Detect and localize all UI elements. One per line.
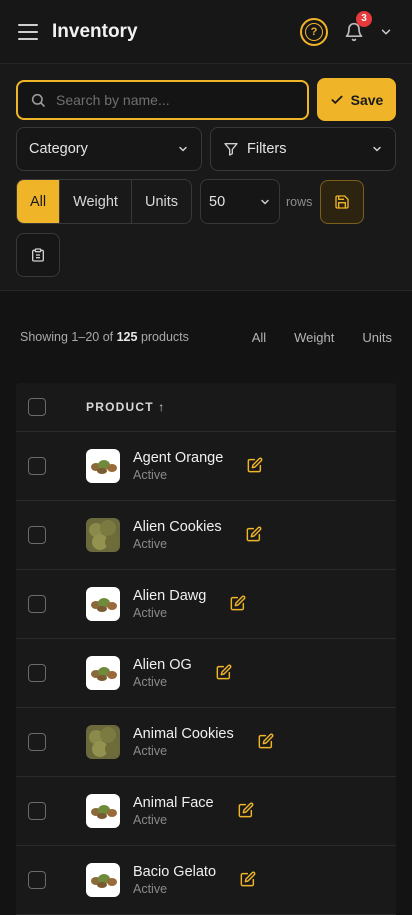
- menu-icon[interactable]: [18, 23, 38, 40]
- results-total: 125: [116, 330, 138, 344]
- results-summary: Showing 1–20 of 125 products All Weight …: [0, 291, 412, 383]
- row-checkbox[interactable]: [28, 457, 46, 475]
- product-info: Agent Orange Active: [133, 450, 223, 482]
- search-input[interactable]: [16, 79, 309, 120]
- edit-icon[interactable]: [258, 733, 276, 751]
- results-prefix: Showing 1–20 of: [20, 330, 117, 344]
- summary-link-all[interactable]: All: [252, 330, 266, 345]
- table-row[interactable]: Agent Orange Active: [16, 432, 396, 501]
- row-checkbox[interactable]: [28, 664, 46, 682]
- product-info: Alien OG Active: [133, 657, 192, 689]
- table-row[interactable]: Animal Face Active: [16, 777, 396, 846]
- product-name[interactable]: Alien Dawg: [133, 588, 206, 604]
- table-row[interactable]: Alien Cookies Active: [16, 501, 396, 570]
- row-checkbox[interactable]: [28, 802, 46, 820]
- chevron-down-icon[interactable]: [378, 24, 394, 40]
- table-body: Agent Orange Active Alien Cookies Active Ali…: [16, 432, 396, 915]
- row-checkbox[interactable]: [28, 595, 46, 613]
- notification-badge: 3: [356, 10, 372, 27]
- row-checkbox[interactable]: [28, 871, 46, 889]
- product-info: Alien Dawg Active: [133, 588, 206, 620]
- check-icon: [331, 95, 343, 104]
- table-row[interactable]: Alien Dawg Active: [16, 570, 396, 639]
- save-label: Save: [350, 91, 384, 108]
- rows-value: 50: [209, 193, 226, 210]
- summary-link-weight[interactable]: Weight: [294, 330, 334, 345]
- table-row[interactable]: Alien OG Active: [16, 639, 396, 708]
- save-button[interactable]: Save: [317, 78, 396, 121]
- product-name[interactable]: Agent Orange: [133, 450, 223, 466]
- product-status: Active: [133, 813, 168, 827]
- segment-units[interactable]: Units: [132, 180, 191, 223]
- product-info: Bacio Gelato Active: [133, 864, 216, 896]
- product-status: Active: [133, 537, 168, 551]
- edit-icon[interactable]: [230, 595, 248, 613]
- page-title: Inventory: [52, 20, 138, 42]
- copy-button[interactable]: [16, 233, 60, 277]
- segment-all[interactable]: All: [17, 180, 60, 223]
- product-name[interactable]: Animal Cookies: [133, 726, 234, 742]
- results-count-text: Showing 1–20 of 125 products: [20, 330, 224, 344]
- chevron-down-icon: [373, 146, 381, 152]
- clipboard-icon: [31, 248, 44, 262]
- product-name[interactable]: Alien OG: [133, 657, 192, 673]
- rows-label: rows: [286, 194, 313, 209]
- top-bar: Inventory ? 3: [0, 0, 412, 64]
- table-row[interactable]: Animal Cookies Active: [16, 708, 396, 777]
- segment-weight[interactable]: Weight: [60, 180, 132, 223]
- product-info: Animal Face Active: [133, 795, 214, 827]
- results-suffix: products: [137, 330, 189, 344]
- summary-link-units[interactable]: Units: [362, 330, 392, 345]
- edit-icon[interactable]: [216, 664, 234, 682]
- product-status: Active: [133, 675, 168, 689]
- edit-icon[interactable]: [240, 871, 258, 889]
- row-checkbox[interactable]: [28, 733, 46, 751]
- category-select[interactable]: Category: [16, 127, 202, 171]
- filters-select[interactable]: Filters: [210, 127, 396, 171]
- product-column-header[interactable]: PRODUCT ↑: [86, 400, 165, 414]
- search-icon: [31, 93, 45, 107]
- edit-icon[interactable]: [247, 457, 265, 475]
- help-icon[interactable]: ?: [300, 17, 328, 46]
- product-thumbnail: [86, 449, 120, 483]
- select-all-checkbox[interactable]: [28, 398, 46, 416]
- search-field[interactable]: [56, 91, 295, 108]
- table-header: PRODUCT ↑: [16, 383, 396, 432]
- product-info: Alien Cookies Active: [133, 519, 222, 551]
- edit-icon[interactable]: [238, 802, 256, 820]
- product-thumbnail: [86, 794, 120, 828]
- notification-bell-icon[interactable]: 3: [342, 10, 372, 44]
- floppy-disk-icon: [335, 194, 350, 209]
- product-thumbnail: [86, 518, 120, 552]
- chevron-down-icon: [179, 146, 187, 152]
- chevron-down-icon: [261, 199, 269, 204]
- product-info: Animal Cookies Active: [133, 726, 234, 758]
- filter-icon: [224, 143, 238, 156]
- product-thumbnail: [86, 656, 120, 690]
- product-name[interactable]: Alien Cookies: [133, 519, 222, 535]
- product-thumbnail: [86, 725, 120, 759]
- product-status: Active: [133, 606, 168, 620]
- product-thumbnail: [86, 863, 120, 897]
- product-name[interactable]: Bacio Gelato: [133, 864, 216, 880]
- save-view-button[interactable]: [320, 179, 365, 224]
- category-label: Category: [29, 141, 88, 157]
- product-thumbnail: [86, 587, 120, 621]
- filters-label: Filters: [247, 141, 287, 157]
- segment-control: All Weight Units: [16, 179, 192, 224]
- products-table: PRODUCT ↑ Agent Orange Active Alien Cookie…: [16, 383, 396, 915]
- product-status: Active: [133, 882, 168, 896]
- row-checkbox[interactable]: [28, 526, 46, 544]
- rows-per-page-select[interactable]: 50: [200, 179, 280, 224]
- product-status: Active: [133, 468, 168, 482]
- edit-icon[interactable]: [246, 526, 264, 544]
- table-row[interactable]: Bacio Gelato Active: [16, 846, 396, 915]
- product-status: Active: [133, 744, 168, 758]
- controls-panel: Save Category Filters All Weight Units 5…: [0, 64, 412, 291]
- product-name[interactable]: Animal Face: [133, 795, 214, 811]
